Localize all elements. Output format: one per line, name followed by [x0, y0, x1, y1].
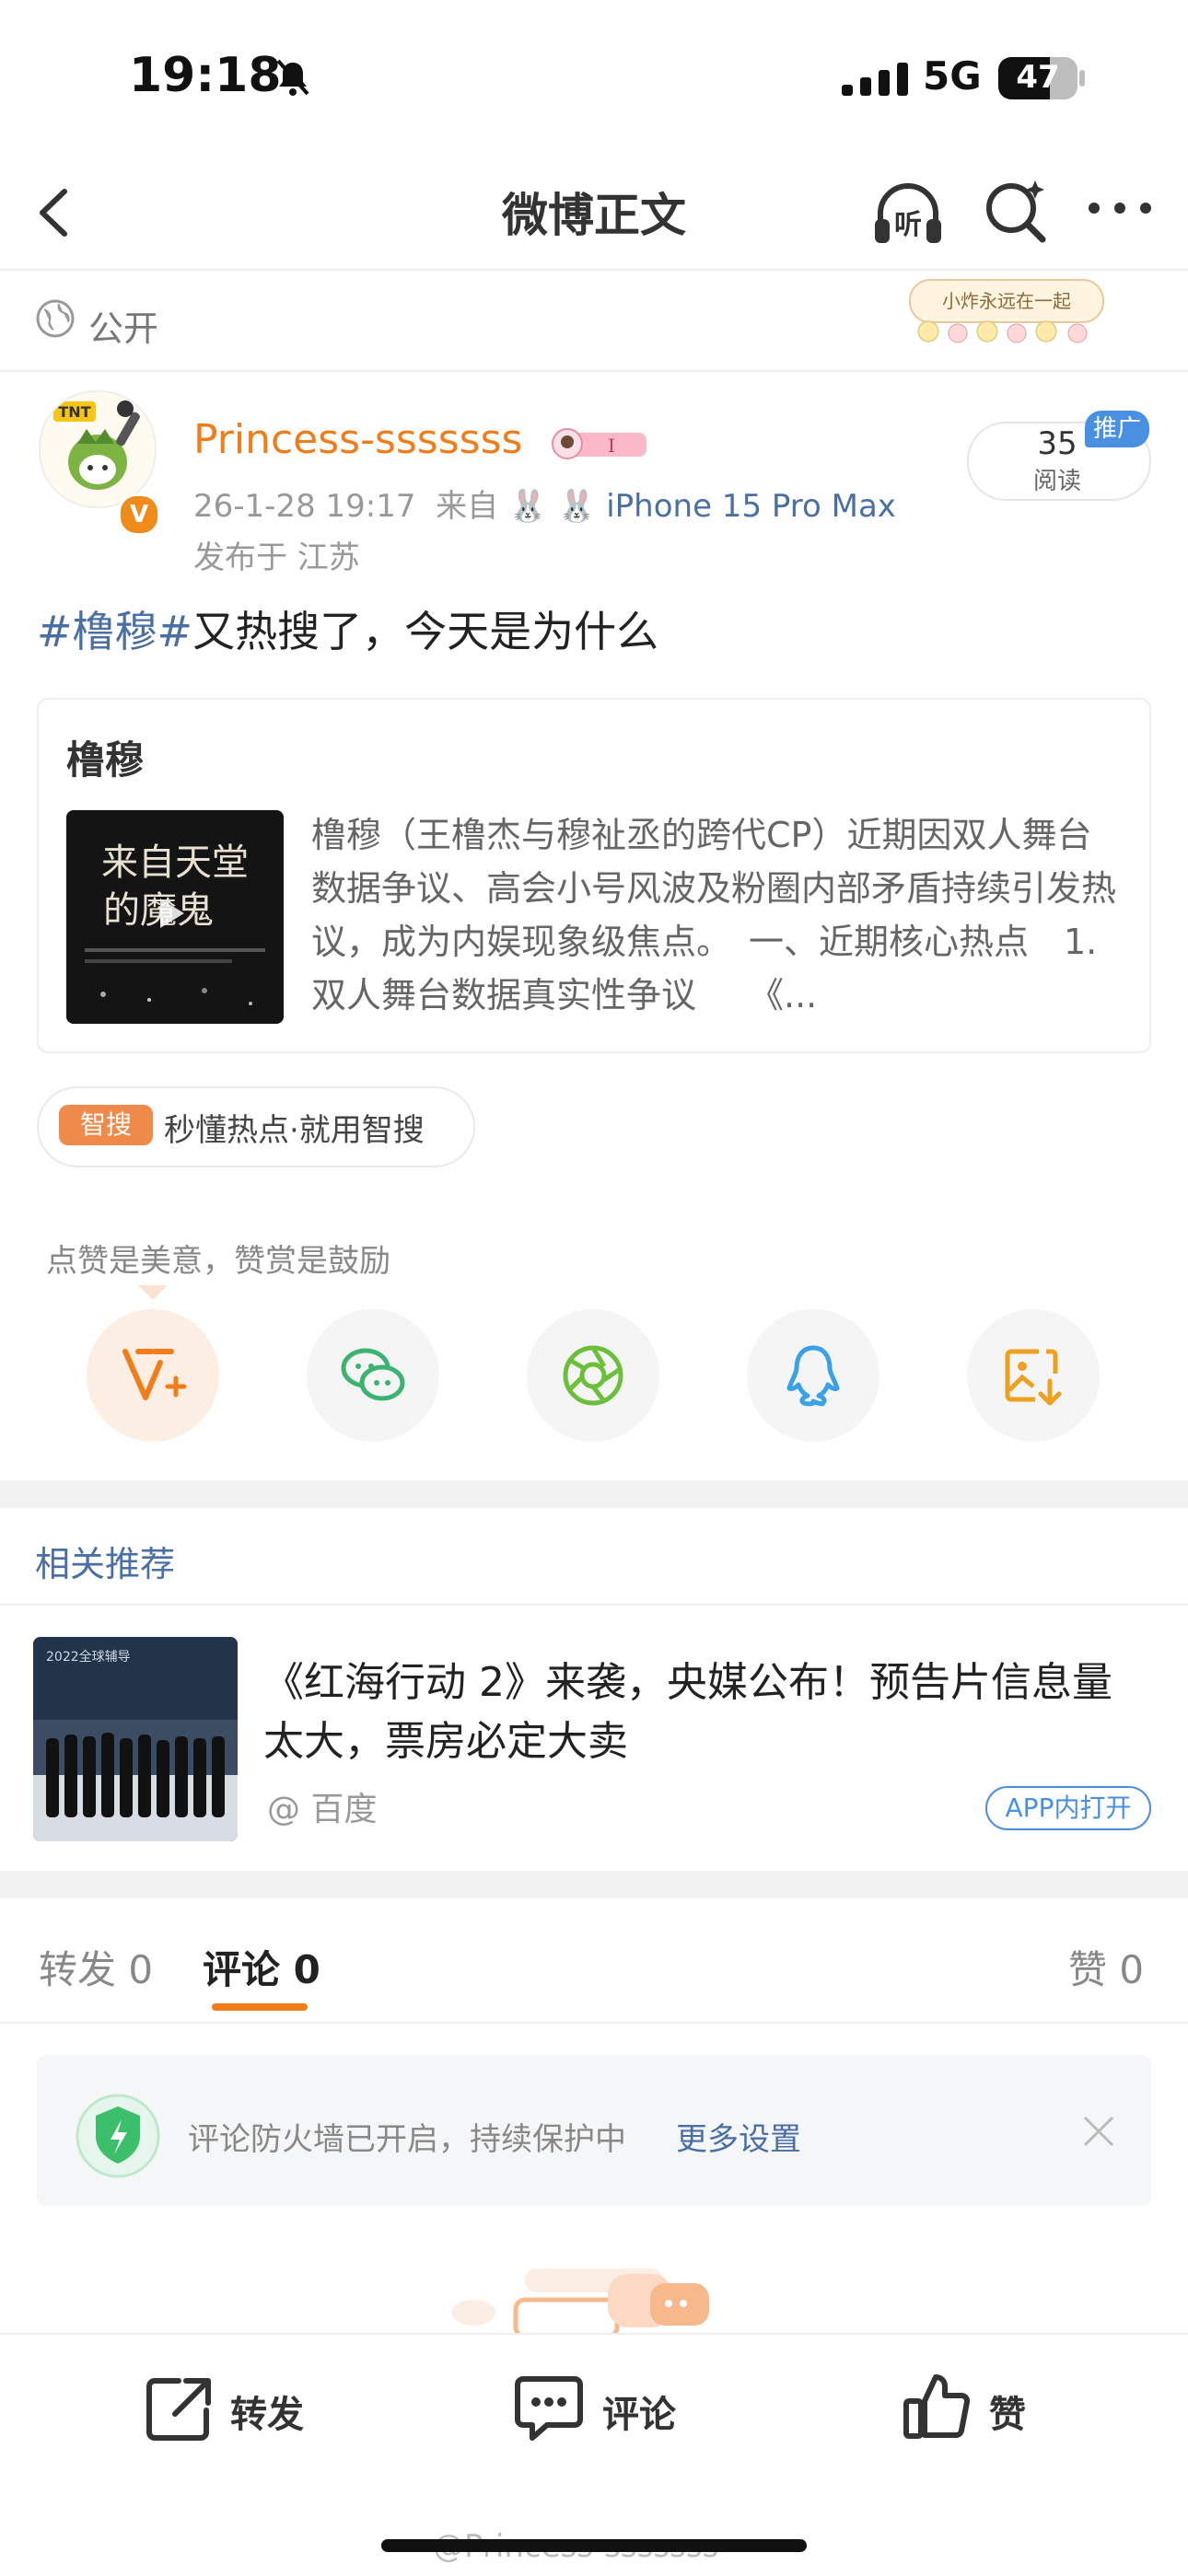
smart-search-tag: 智搜	[59, 1105, 153, 1145]
topic-card-title: 橹穆	[66, 737, 145, 783]
topic-card-description: 橹穆（王橹杰与穆祉丞的跨代CP）近期因双人舞台数据争议、高会小号风波及粉圈内部矛…	[311, 815, 1117, 1015]
moments-icon	[563, 1345, 623, 1406]
avatar[interactable]: TNT	[39, 390, 157, 508]
username[interactable]: Princess-sssssss	[193, 416, 522, 463]
repost-icon[interactable]	[142, 2372, 215, 2445]
like-button-label[interactable]: 赞	[989, 2385, 1026, 2438]
section-divider	[0, 1480, 1188, 1508]
related-title[interactable]: 《红海行动 2》来袭，央媒公布！预告片信息量太大，票房必定大卖	[263, 1654, 1147, 1771]
listen-icon[interactable]: 听	[869, 175, 947, 252]
promo-badge: 推广	[1085, 411, 1149, 447]
post-meta: 26-1-28 19:17 来自 🐰 🐰 iPhone 15 Pro Max	[193, 481, 896, 526]
svg-text:听: 听	[894, 209, 922, 241]
shield-icon	[76, 2094, 160, 2178]
status-bar: 19:18 5G 47	[0, 0, 1188, 147]
v-plus-icon	[122, 1349, 187, 1400]
globe-icon	[36, 299, 75, 338]
post-location: 发布于 江苏	[193, 540, 360, 576]
like-icon[interactable]	[901, 2370, 974, 2443]
smart-search-text: 秒懂热点·就用智搜	[164, 1112, 425, 1149]
tab-repost[interactable]: 转发 0	[39, 1939, 153, 1995]
close-icon[interactable]	[1079, 2112, 1118, 2151]
sticker-text: 小炸永远在一起	[942, 290, 1071, 312]
signal-icon	[842, 63, 908, 96]
tab-comment[interactable]: 评论 0	[203, 1939, 320, 1995]
rabbit-emoji-icon: 🐰 🐰	[507, 488, 597, 525]
battery-tip	[1079, 70, 1085, 87]
v-plus-button[interactable]	[87, 1309, 219, 1442]
user-decoration-badge: I	[552, 428, 646, 459]
user-badge-text: I	[608, 435, 615, 457]
ai-search-icon[interactable]	[980, 175, 1054, 249]
tab-divider	[0, 2022, 1188, 2024]
decorative-sticker: 小炸永远在一起	[909, 279, 1104, 343]
empty-comments-illustration	[451, 2269, 709, 2333]
qq-icon	[786, 1345, 840, 1407]
svg-text:来自天堂: 来自天堂	[101, 841, 249, 884]
repost-button-label[interactable]: 转发	[230, 2385, 304, 2438]
post-time: 26-1-28 19:17	[193, 488, 416, 525]
related-thumbnail[interactable]: 2022全球辅导	[33, 1637, 238, 1841]
battery-indicator: 47	[998, 57, 1077, 99]
qq-share-button[interactable]	[747, 1309, 879, 1442]
post-from: 来自	[436, 488, 499, 525]
svg-text:TNT: TNT	[58, 403, 90, 421]
read-label: 阅读	[1032, 468, 1081, 495]
post-text: #橹穆#又热搜了，今天是为什么	[37, 598, 658, 659]
save-image-button[interactable]	[967, 1309, 1100, 1442]
moments-share-button[interactable]	[527, 1309, 659, 1442]
firewall-text: 评论防火墙已开启，持续保护中	[188, 2121, 626, 2158]
hashtag-link[interactable]: #橹穆#	[37, 607, 192, 656]
comment-icon[interactable]	[512, 2372, 586, 2445]
topic-card-image: 来自天堂 的魔鬼	[66, 810, 284, 1024]
smart-search-tag-label: 智搜	[79, 1109, 132, 1140]
status-time: 19:18	[129, 48, 282, 103]
divider-line	[0, 1604, 1188, 1606]
battery-level: 47	[1016, 59, 1060, 96]
section-divider-2	[0, 1871, 1188, 1898]
svg-text:的魔鬼: 的魔鬼	[103, 889, 214, 932]
verified-badge: V	[118, 493, 160, 536]
wechat-share-button[interactable]	[307, 1309, 439, 1442]
like-hint: 点赞是美意，赞赏是鼓励	[46, 1243, 390, 1280]
open-in-app-button[interactable]: APP内打开	[985, 1786, 1151, 1830]
tab-like[interactable]: 赞 0	[1068, 1939, 1144, 1995]
network-type: 5G	[923, 53, 982, 99]
more-icon[interactable]	[1083, 180, 1157, 236]
device-name[interactable]: iPhone 15 Pro Max	[606, 488, 896, 525]
hint-pointer	[138, 1285, 168, 1300]
post-body: 又热搜了，今天是为什么	[192, 607, 659, 656]
related-source: @ 百度	[267, 1791, 378, 1828]
tab-active-indicator	[212, 2003, 308, 2011]
home-indicator[interactable]	[381, 2539, 807, 2552]
avatar-image: TNT	[41, 392, 155, 506]
save-image-icon	[1005, 1349, 1062, 1406]
bell-muted-icon	[276, 59, 309, 96]
related-section-title: 相关推荐	[35, 1544, 176, 1584]
visibility-label: 公开	[88, 308, 159, 349]
wechat-icon	[341, 1348, 405, 1401]
svg-text:2022全球辅导: 2022全球辅导	[46, 1649, 131, 1665]
firewall-settings-link[interactable]: 更多设置	[676, 2114, 801, 2159]
comment-button-label[interactable]: 评论	[602, 2385, 676, 2438]
